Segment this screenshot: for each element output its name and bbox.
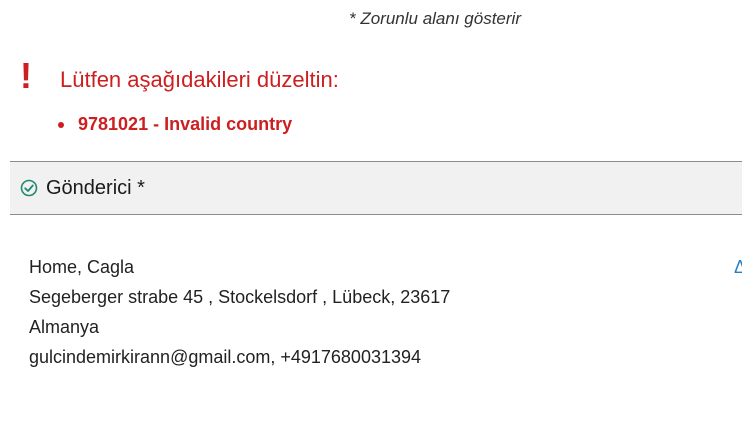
check-circle-icon — [20, 179, 38, 197]
page: * Zorunlu alanı gösterir ! Lütfen aşağıd… — [0, 0, 742, 448]
sender-section-title: Gönderici * — [46, 176, 145, 199]
address-country: Almanya — [29, 317, 100, 337]
address-contact: gulcindemirkirann@gmail.com, +4917680031… — [29, 347, 422, 367]
sender-section-header[interactable]: Gönderici * — [10, 161, 742, 215]
address-street: Segeberger strabe 45 , Stockelsdorf , Lü… — [29, 287, 451, 307]
error-item[interactable]: 9781021 - Invalid country — [58, 114, 292, 135]
edit-sender-link[interactable]: Δ — [734, 252, 742, 282]
exclamation-icon: ! — [20, 55, 32, 96]
sender-address: Home, Cagla Segeberger strabe 45 , Stock… — [29, 252, 450, 372]
error-list: 9781021 - Invalid country — [58, 114, 292, 135]
error-heading: Lütfen aşağıdakileri düzeltin: — [60, 67, 339, 92]
address-name: Home, Cagla — [29, 257, 135, 277]
required-field-note: * Zorunlu alanı gösterir — [349, 9, 521, 28]
